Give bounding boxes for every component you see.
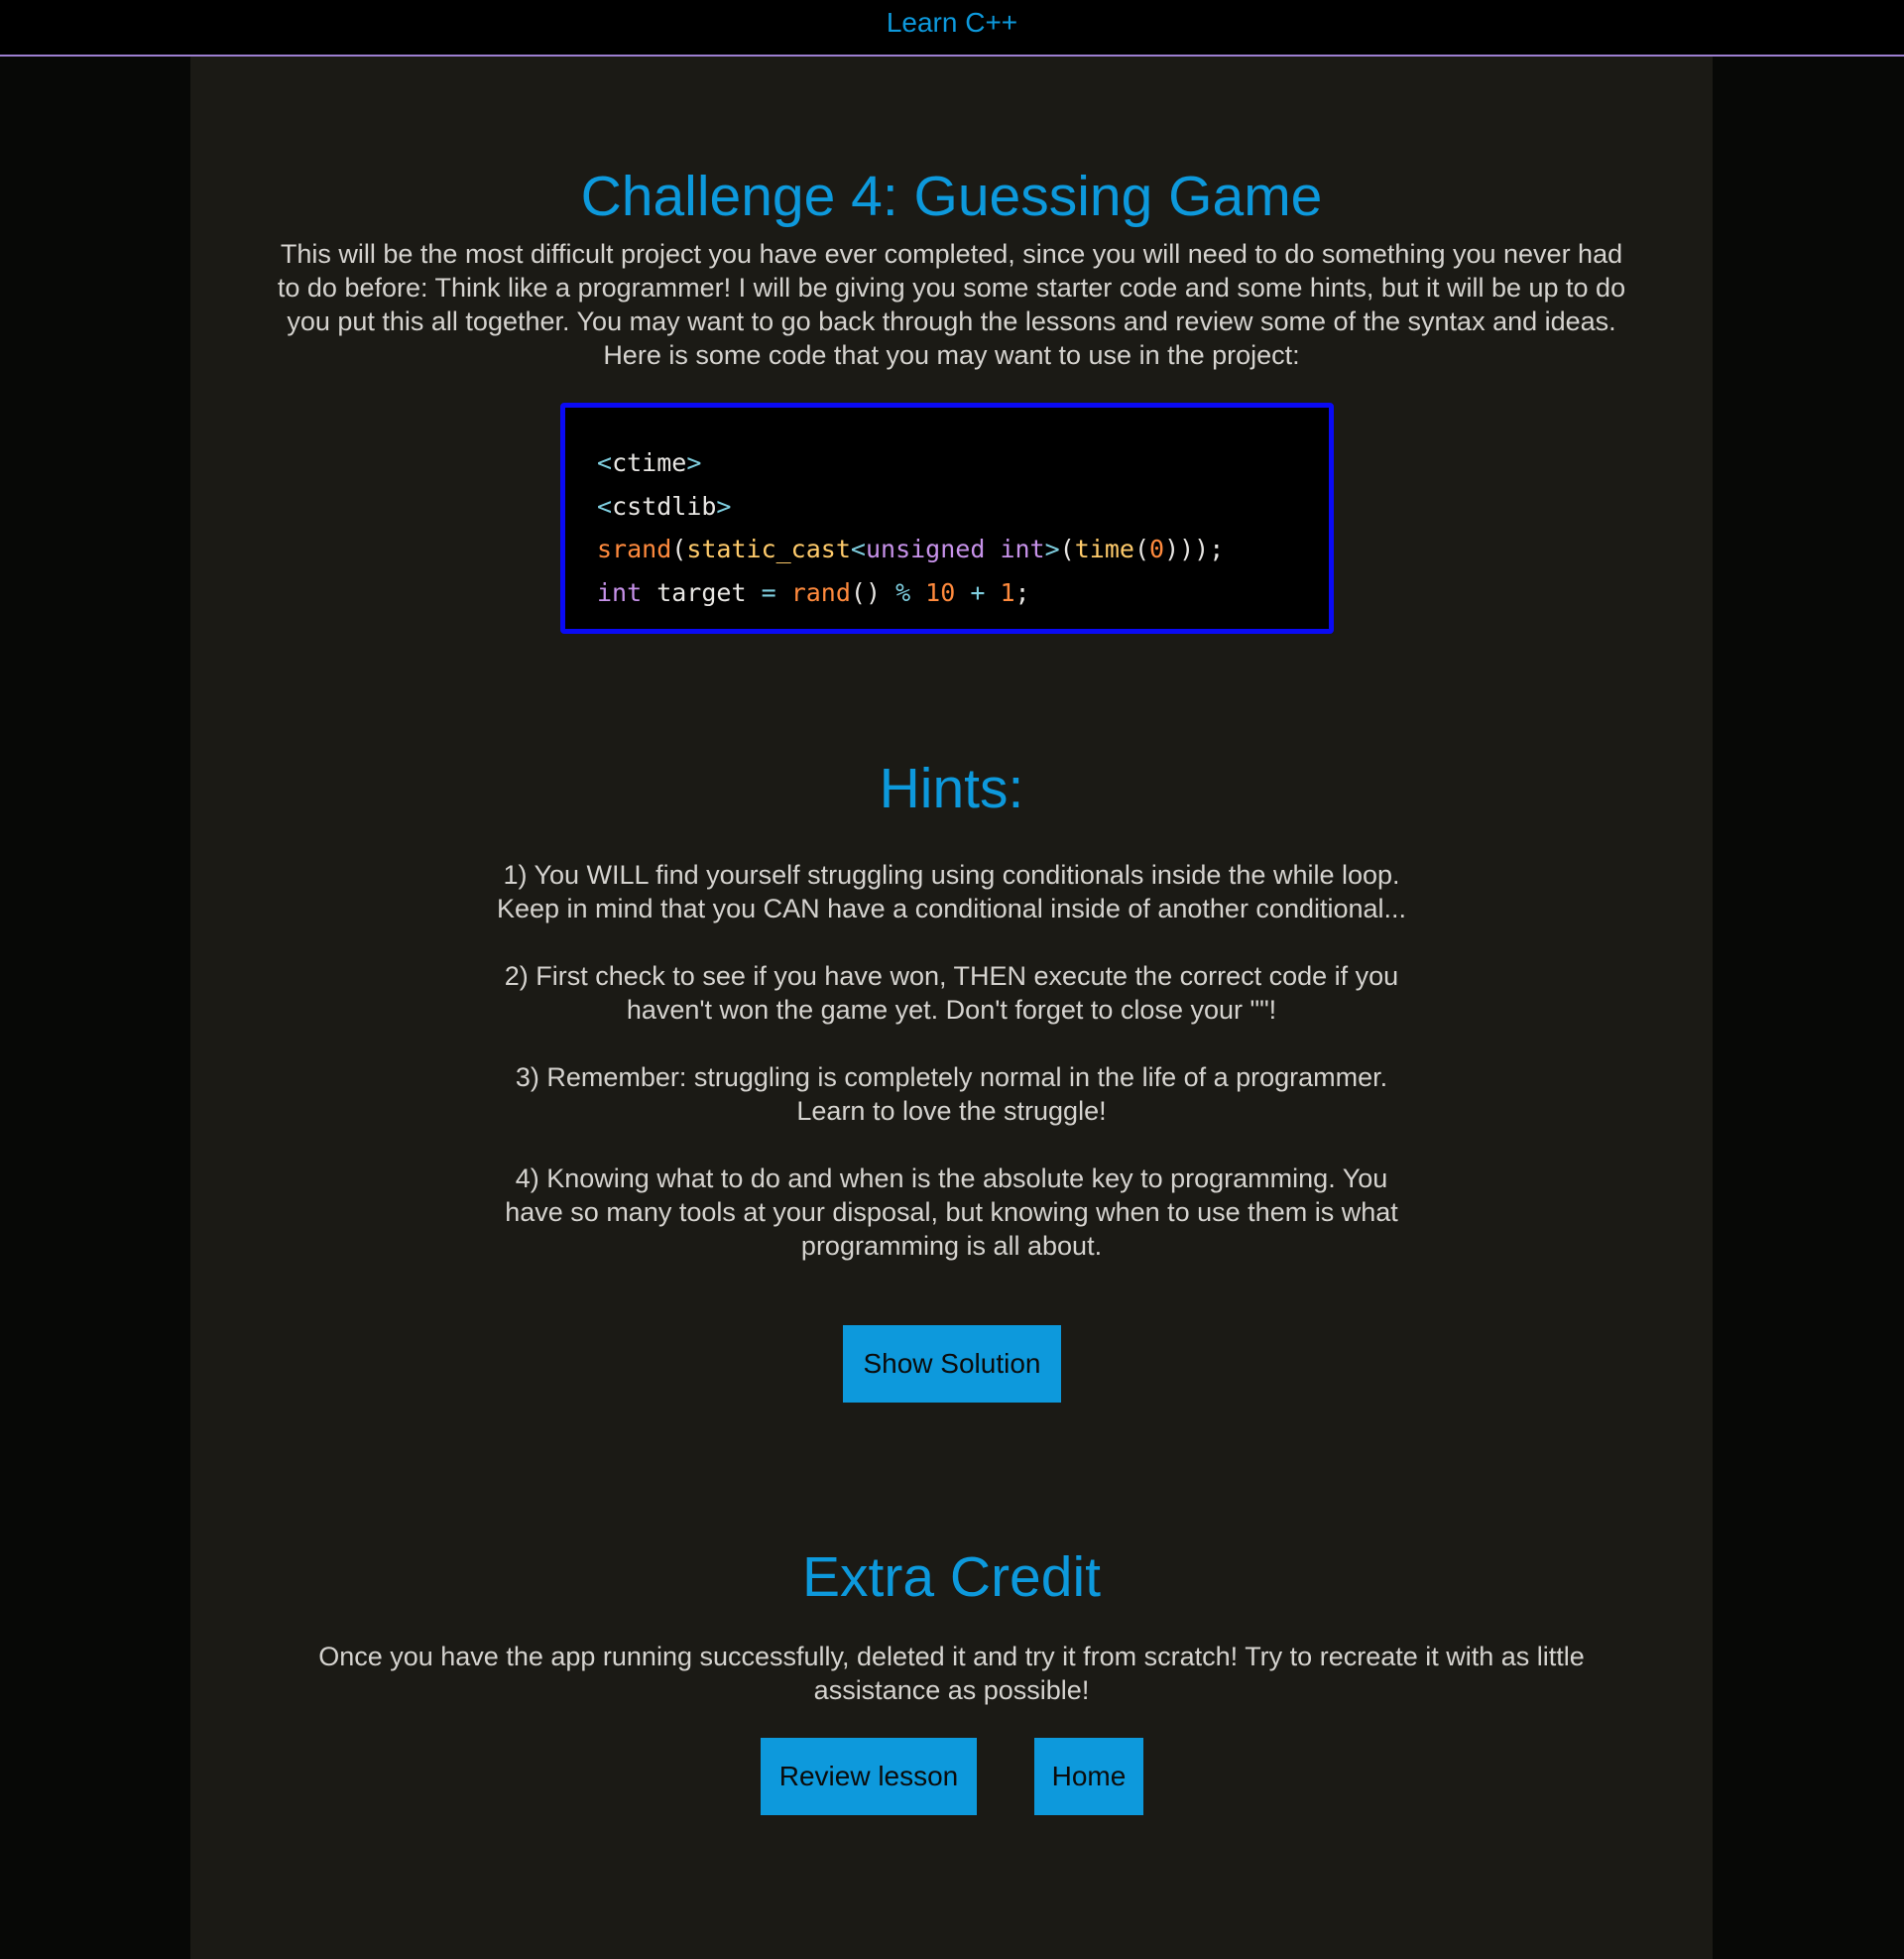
code-token: < [597, 448, 613, 477]
code-line: <ctime> [597, 441, 1297, 485]
hint-item: 3) Remember: struggling is completely no… [450, 1060, 1453, 1128]
code-token: ctime [612, 448, 687, 477]
code-token: cstdlib [612, 491, 717, 521]
home-button[interactable]: Home [1034, 1738, 1143, 1815]
hints-heading: Hints: [879, 757, 1024, 820]
code-token: int [597, 577, 643, 607]
code-token: int [1000, 535, 1045, 563]
code-token: ; [1014, 577, 1030, 607]
code-token: % [895, 577, 911, 607]
code-token: < [850, 535, 866, 563]
hint-text: 3) Remember: struggling is completely no… [515, 1062, 1388, 1092]
code-token: target [642, 577, 762, 607]
code-token: = [761, 577, 776, 607]
code-token: + [970, 577, 986, 607]
code-token: > [1044, 535, 1060, 563]
hint-text: Learn to love the struggle! [796, 1096, 1107, 1126]
hint-text: 4) Knowing what to do and when is the ab… [515, 1163, 1388, 1193]
hint-item: 1) You WILL find yourself struggling usi… [450, 858, 1453, 925]
code-token: 10 [910, 577, 971, 607]
hint-item: 2) First check to see if you have won, T… [450, 959, 1453, 1027]
review-lesson-button[interactable]: Review lesson [761, 1738, 977, 1815]
code-token: () [850, 577, 896, 607]
hint-item: 4) Knowing what to do and when is the ab… [450, 1162, 1453, 1263]
code-token: srand [597, 535, 672, 563]
hint-text: haven't won the game yet. Don't forget t… [626, 995, 1277, 1025]
hints-list: 1) You WILL find yourself struggling usi… [450, 858, 1453, 1296]
hint-text: 1) You WILL find yourself struggling usi… [503, 860, 1400, 890]
code-token: > [716, 491, 732, 521]
main-content: Challenge 4: Guessing Game This will be … [190, 57, 1713, 1959]
code-token: rand [775, 577, 851, 607]
code-token: ( [1133, 535, 1150, 563]
code-token: 0 [1149, 535, 1165, 563]
extra-credit-heading: Extra Credit [802, 1545, 1101, 1609]
extra-credit-text: Once you have the app running successful… [318, 1642, 1585, 1705]
code-token: ( [671, 535, 687, 563]
intro-paragraph: This will be the most difficult project … [277, 239, 1626, 370]
code-line: int target = rand() % 10 + 1; [597, 571, 1297, 615]
code-token: < [597, 491, 613, 521]
code-token: ))); [1164, 535, 1225, 563]
brand-link[interactable]: Learn C++ [887, 7, 1017, 39]
hint-text: have so many tools at your disposal, but… [505, 1197, 1398, 1227]
code-token: 1 [985, 577, 1015, 607]
code-block: <ctime> <cstdlib> srand(static_cast<unsi… [560, 403, 1334, 634]
code-token: static_cast [686, 535, 851, 563]
code-token: unsigned [865, 535, 986, 563]
show-solution-button[interactable]: Show Solution [843, 1325, 1061, 1403]
hint-text: 2) First check to see if you have won, T… [504, 961, 1399, 991]
code-line: srand(static_cast<unsigned int>(time(0))… [597, 528, 1297, 571]
code-line: <cstdlib> [597, 485, 1297, 529]
hint-text: programming is all about. [800, 1231, 1103, 1261]
page-title: Challenge 4: Guessing Game [580, 165, 1323, 228]
code-token: > [686, 448, 702, 477]
code-token: time [1074, 535, 1134, 563]
top-navbar: Learn C++ [0, 0, 1904, 57]
hint-text: Keep in mind that you CAN have a conditi… [496, 894, 1407, 923]
code-token: ( [1059, 535, 1075, 563]
